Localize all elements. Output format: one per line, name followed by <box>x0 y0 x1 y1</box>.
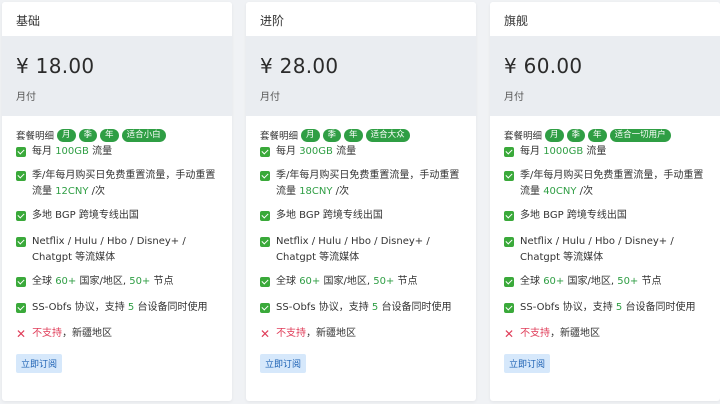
price-box: ¥ 60.00 月付 <box>490 36 720 116</box>
feature-media: Netflix / Hulu / Hbo / Disney+ / Chatgpt… <box>260 234 462 266</box>
check-box-icon <box>16 211 26 221</box>
check-box-icon <box>16 171 26 181</box>
check-box-icon <box>16 147 26 157</box>
tag-audience: 适合一切用户 <box>609 128 671 142</box>
subscribe-button[interactable]: 立即订阅 <box>504 354 551 373</box>
check-box-icon <box>16 237 26 247</box>
check-box-icon <box>260 237 270 247</box>
check-box-icon <box>16 277 26 287</box>
detail-label: 套餐明细 <box>504 131 543 142</box>
check-box-icon <box>504 171 514 181</box>
check-box-icon <box>504 147 514 157</box>
billing-period: 月付 <box>16 92 36 103</box>
cross-icon: ✕ <box>260 327 271 341</box>
tag-yearly: 年 <box>344 128 363 142</box>
feature-protocol: SS-Obfs 协议，支持 5 台设备同时使用 <box>16 300 218 316</box>
feature-bgp: 多地 BGP 跨境专线出国 <box>16 208 218 224</box>
tag-monthly: 月 <box>301 128 320 142</box>
tag-monthly: 月 <box>57 128 76 142</box>
price-box: ¥ 18.00 月付 <box>2 36 232 116</box>
feature-media: Netflix / Hulu / Hbo / Disney+ / Chatgpt… <box>504 234 706 266</box>
billing-period: 月付 <box>504 92 524 103</box>
tag-monthly: 月 <box>545 128 564 142</box>
tag-yearly: 年 <box>588 128 607 142</box>
check-box-icon <box>260 211 270 221</box>
subscribe-button[interactable]: 立即订阅 <box>16 354 63 373</box>
feature-reset: 季/年每月购买日免费重置流量，手动重置流量 40CNY /次 <box>504 168 706 200</box>
plan-card-advanced: 进阶 ¥ 28.00 月付 套餐明细 月 季 年 适合大众 每月 300GB 流… <box>246 2 476 401</box>
tag-quarterly: 季 <box>322 128 342 142</box>
check-box-icon <box>504 277 514 287</box>
check-box-icon <box>260 171 270 181</box>
plan-name: 进阶 <box>246 2 476 36</box>
feature-nodes: 全球 60+ 国家/地区, 50+ 节点 <box>260 274 462 290</box>
billing-period: 月付 <box>260 92 280 103</box>
feature-bgp: 多地 BGP 跨境专线出国 <box>504 208 706 224</box>
feature-protocol: SS-Obfs 协议，支持 5 台设备同时使用 <box>260 300 462 316</box>
plan-name: 旗舰 <box>490 2 720 36</box>
subscribe-button[interactable]: 立即订阅 <box>260 354 307 373</box>
check-box-icon <box>16 303 26 313</box>
check-box-icon <box>260 147 270 157</box>
feature-media: Netflix / Hulu / Hbo / Disney+ / Chatgpt… <box>16 234 218 266</box>
feature-protocol: SS-Obfs 协议，支持 5 台设备同时使用 <box>504 300 706 316</box>
feature-unsupported: ✕ 不支持，新疆地区 <box>16 327 113 341</box>
check-box-icon <box>504 303 514 313</box>
detail-label: 套餐明细 <box>16 131 55 142</box>
check-box-icon <box>504 237 514 247</box>
plan-price: ¥ 18.00 <box>16 54 95 78</box>
check-box-icon <box>260 303 270 313</box>
check-box-icon <box>504 211 514 221</box>
plan-details-row: 套餐明细 月 季 年 适合一切用户 <box>504 128 706 142</box>
tag-quarterly: 季 <box>566 128 586 142</box>
plan-details-row: 套餐明细 月 季 年 适合大众 <box>260 128 462 142</box>
tag-yearly: 年 <box>100 128 119 142</box>
detail-label: 套餐明细 <box>260 131 299 142</box>
feature-bgp: 多地 BGP 跨境专线出国 <box>260 208 462 224</box>
plan-card-basic: 基础 ¥ 18.00 月付 套餐明细 月 季 年 适合小白 每月 100GB 流… <box>2 2 232 401</box>
feature-nodes: 全球 60+ 国家/地区, 50+ 节点 <box>504 274 706 290</box>
price-box: ¥ 28.00 月付 <box>246 36 476 116</box>
tag-audience: 适合大众 <box>365 128 410 142</box>
feature-unsupported: ✕ 不支持，新疆地区 <box>504 327 601 341</box>
tag-quarterly: 季 <box>78 128 98 142</box>
cross-icon: ✕ <box>16 327 27 341</box>
plan-card-flagship: 旗舰 ¥ 60.00 月付 套餐明细 月 季 年 适合一切用户 每月 1000G… <box>490 2 720 401</box>
tag-audience: 适合小白 <box>121 128 166 142</box>
feature-traffic: 每月 100GB 流量 <box>16 144 218 160</box>
feature-reset: 季/年每月购买日免费重置流量，手动重置流量 18CNY /次 <box>260 168 462 200</box>
feature-unsupported: ✕ 不支持，新疆地区 <box>260 327 357 341</box>
plan-name: 基础 <box>2 2 232 36</box>
cross-icon: ✕ <box>504 327 515 341</box>
check-box-icon <box>260 277 270 287</box>
plan-price: ¥ 60.00 <box>504 54 583 78</box>
feature-traffic: 每月 1000GB 流量 <box>504 144 706 160</box>
feature-traffic: 每月 300GB 流量 <box>260 144 462 160</box>
plan-details-row: 套餐明细 月 季 年 适合小白 <box>16 128 218 142</box>
plan-price: ¥ 28.00 <box>260 54 339 78</box>
feature-reset: 季/年每月购买日免费重置流量，手动重置流量 12CNY /次 <box>16 168 218 200</box>
feature-nodes: 全球 60+ 国家/地区, 50+ 节点 <box>16 274 218 290</box>
